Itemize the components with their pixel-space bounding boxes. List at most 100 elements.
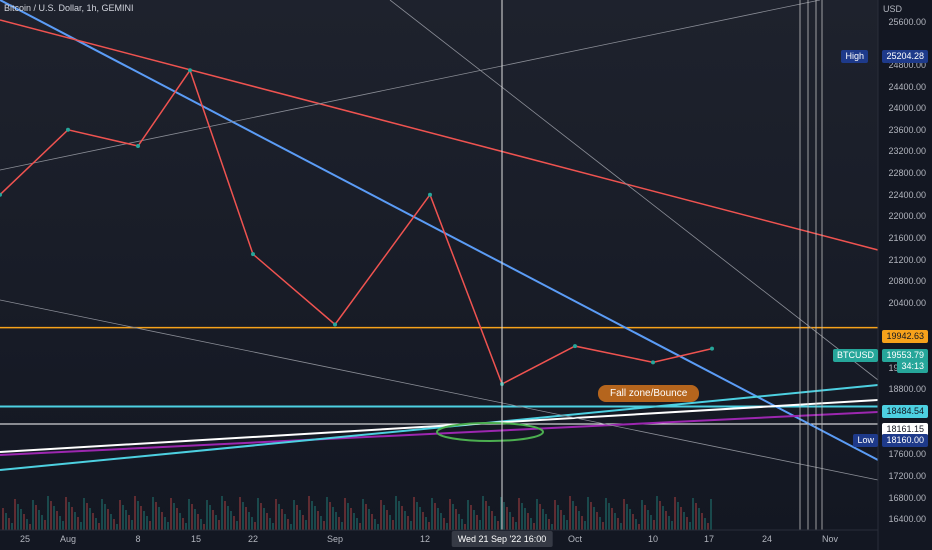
volume-bar	[11, 523, 13, 530]
low-label: Low	[853, 434, 878, 447]
volume-bar	[596, 512, 598, 530]
volume-bar	[440, 513, 442, 530]
volume-bar	[707, 523, 709, 530]
price-point	[428, 192, 432, 197]
volume-bar	[89, 508, 91, 530]
volume-bar	[284, 514, 286, 530]
volume-bar	[605, 498, 607, 530]
volume-bar	[2, 508, 4, 530]
volume-bar	[137, 501, 139, 530]
price-point	[136, 144, 140, 149]
volume-bar	[506, 507, 508, 530]
volume-bar	[557, 505, 559, 530]
time-tick-label: 22	[247, 534, 259, 544]
volume-bar	[482, 496, 484, 530]
volume-bar	[380, 500, 382, 530]
volume-bar	[389, 515, 391, 530]
volume-bar	[32, 500, 34, 530]
volume-bar	[203, 524, 205, 530]
volume-bar	[428, 522, 430, 530]
volume-bar	[326, 497, 328, 530]
volume-bar	[248, 512, 250, 530]
volume-bar	[464, 524, 466, 530]
volume-bar	[113, 519, 115, 530]
volume-bar	[710, 499, 712, 530]
volume-bar	[365, 504, 367, 530]
volume-bar	[488, 506, 490, 530]
volume-bar	[38, 510, 40, 530]
volume-bar	[305, 520, 307, 530]
volume-bar	[290, 524, 292, 530]
volume-bar	[245, 507, 247, 530]
volume-bar	[17, 504, 19, 530]
volume-bar	[599, 517, 601, 530]
volume-bar	[221, 496, 223, 530]
volume-bar	[515, 522, 517, 530]
volume-bar	[209, 505, 211, 530]
volume-bar	[629, 509, 631, 530]
price-tick-label: 21200.00	[888, 254, 926, 265]
volume-bar	[227, 506, 229, 530]
volume-bar	[638, 524, 640, 530]
volume-bar	[362, 499, 364, 530]
volume-bar	[278, 504, 280, 530]
volume-bar	[374, 519, 376, 530]
volume-bar	[620, 523, 622, 530]
price-tick-label: 20800.00	[888, 276, 926, 287]
volume-bar	[293, 500, 295, 530]
volume-bar	[254, 522, 256, 530]
volume-bar	[542, 509, 544, 530]
fall-zone-annotation[interactable]: Fall zone/Bounce	[598, 385, 700, 402]
orange-level-badge: 19942.63	[882, 330, 928, 343]
time-tick-label: 15	[190, 534, 202, 544]
volume-bar	[323, 521, 325, 530]
volume-bar	[134, 496, 136, 530]
volume-bar	[584, 521, 586, 530]
volume-bar	[194, 509, 196, 530]
volume-bar	[674, 497, 676, 530]
volume-bar	[566, 520, 568, 530]
volume-bar	[422, 512, 424, 530]
volume-bar	[608, 503, 610, 530]
volume-bar	[122, 505, 124, 530]
crosshair-time-label: Wed 21 Sep '22 16:00	[451, 531, 553, 547]
volume-bar	[260, 503, 262, 530]
countdown-badge: 34:13	[897, 360, 928, 373]
volume-bar	[497, 521, 499, 530]
volume-bar	[275, 499, 277, 530]
price-tick-label: 24400.00	[888, 81, 926, 92]
volume-bar	[569, 496, 571, 530]
volume-bar	[269, 518, 271, 530]
chart-title: Bitcoin / U.S. Dollar, 1h, GEMINI	[4, 3, 134, 13]
volume-bar	[149, 521, 151, 530]
volume-bar	[686, 517, 688, 530]
volume-bar	[74, 512, 76, 530]
price-tick-label: 23600.00	[888, 124, 926, 135]
volume-bar	[125, 510, 127, 530]
volume-bar	[200, 519, 202, 530]
volume-bar	[413, 497, 415, 530]
volume-bar	[692, 498, 694, 530]
price-point	[66, 127, 70, 132]
volume-bar	[5, 513, 7, 530]
price-chart[interactable]	[0, 0, 932, 550]
volume-bar	[404, 511, 406, 530]
price-point	[573, 344, 577, 349]
price-tick-label: 20400.00	[888, 297, 926, 308]
volume-bar	[695, 503, 697, 530]
volume-bar	[407, 516, 409, 530]
volume-bar	[173, 503, 175, 530]
volume-bar	[677, 502, 679, 530]
time-tick-label: 25	[19, 534, 31, 544]
volume-bar	[140, 506, 142, 530]
volume-bar	[395, 496, 397, 530]
volume-bar	[611, 508, 613, 530]
volume-bar	[296, 505, 298, 530]
volume-bar	[350, 508, 352, 530]
volume-bar	[548, 519, 550, 530]
volume-bar	[251, 517, 253, 530]
volume-bar	[539, 504, 541, 530]
volume-bar	[698, 508, 700, 530]
volume-bar	[386, 510, 388, 530]
volume-bar	[632, 514, 634, 530]
